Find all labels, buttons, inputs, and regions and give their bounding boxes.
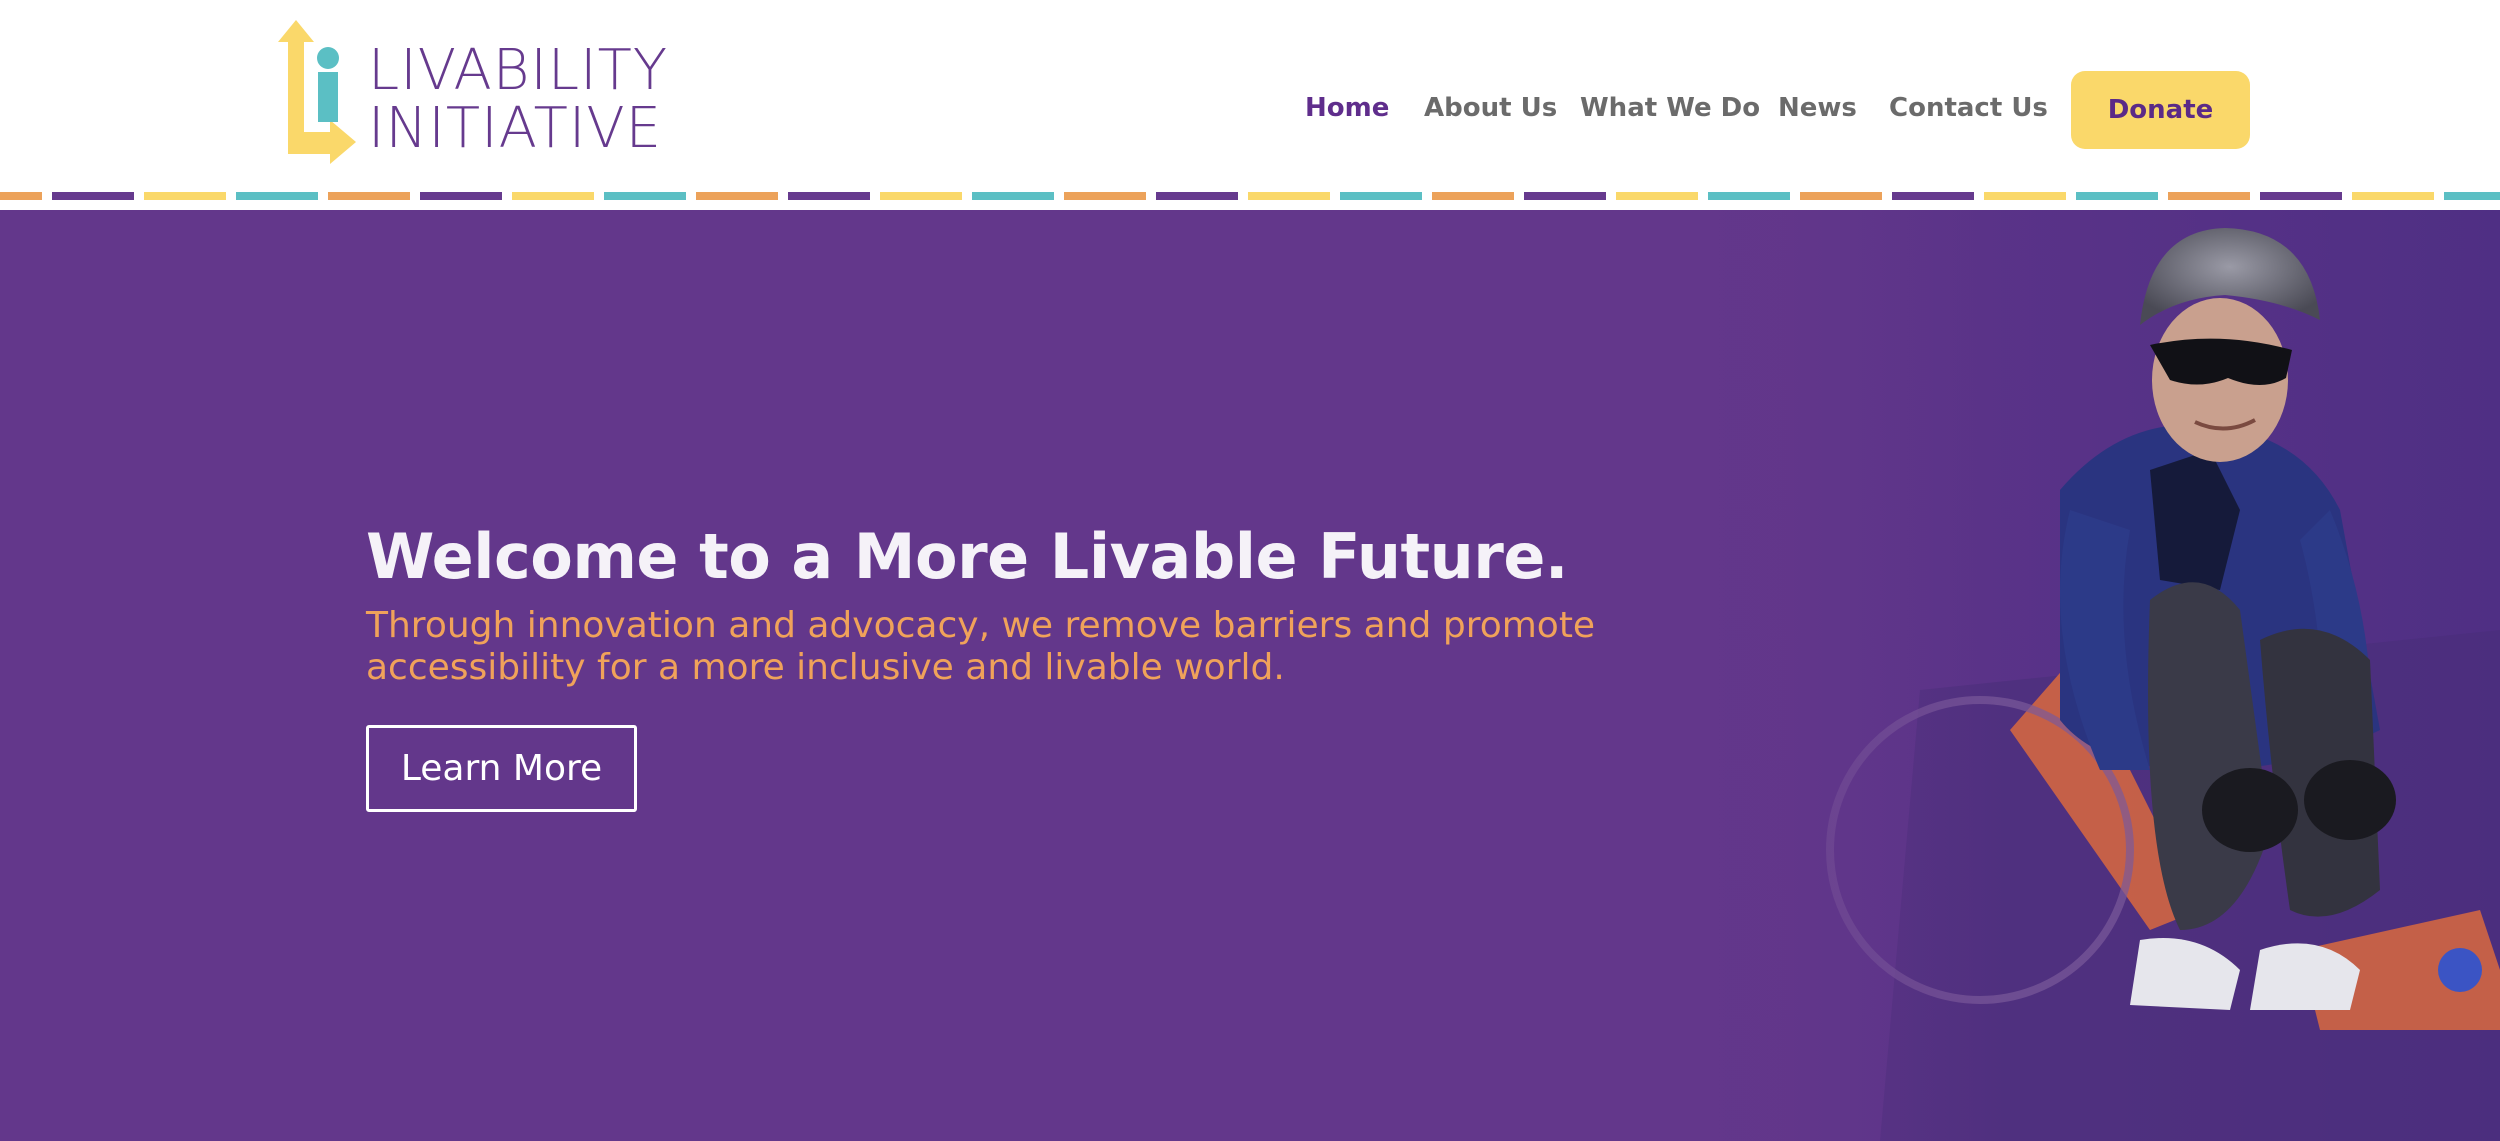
nav-contact-us[interactable]: Contact Us [1889, 93, 2048, 123]
stripe-dash [1432, 192, 1514, 200]
stripe-dash [2168, 192, 2250, 200]
stripe-dash [144, 192, 226, 200]
logo-wordmark: LIVABILITY INITIATIVE [368, 42, 668, 158]
logo-icon [278, 20, 356, 164]
stripe-dash [1340, 192, 1422, 200]
nav-news[interactable]: News [1778, 93, 1857, 123]
stripe-dash [512, 192, 594, 200]
stripe-dash [972, 192, 1054, 200]
stripe-dash [1248, 192, 1330, 200]
donate-button[interactable]: Donate [2071, 71, 2250, 149]
stripe-dash [2352, 192, 2434, 200]
nav-about-us[interactable]: About Us [1424, 93, 1557, 123]
stripe-dash [604, 192, 686, 200]
logo-line-1: LIVABILITY [368, 38, 669, 103]
learn-more-button[interactable]: Learn More [366, 725, 637, 812]
stripe-dash [1616, 192, 1698, 200]
hero-subtitle: Through innovation and advocacy, we remo… [366, 605, 1596, 688]
photo-fade-overlay [1620, 210, 2000, 1141]
stripe-dash [420, 192, 502, 200]
stripe-dash [1708, 192, 1790, 200]
stripe-dash [0, 192, 42, 200]
logo[interactable]: LIVABILITY INITIATIVE [278, 20, 667, 170]
stripe-dash [1892, 192, 1974, 200]
logo-line-2: INITIATIVE [368, 96, 663, 161]
stripe-dash [2076, 192, 2158, 200]
stripe-dash [52, 192, 134, 200]
stripe-dash [236, 192, 318, 200]
stripe-dash [696, 192, 778, 200]
decorative-dash-stripe [0, 191, 2500, 201]
stripe-dash [1524, 192, 1606, 200]
stripe-dash [880, 192, 962, 200]
stripe-dash [2444, 192, 2500, 200]
stripe-dash [1800, 192, 1882, 200]
stripe-dash [2260, 192, 2342, 200]
stripe-dash [328, 192, 410, 200]
nav-home[interactable]: Home [1305, 93, 1389, 123]
hero-section: Welcome to a More Livable Future. Throug… [0, 210, 2500, 1141]
stripe-dash [1984, 192, 2066, 200]
stripe-dash [1156, 192, 1238, 200]
site-header: LIVABILITY INITIATIVE Home About Us What… [0, 0, 2500, 190]
hero-title: Welcome to a More Livable Future. [366, 520, 1568, 593]
nav-what-we-do[interactable]: What We Do [1580, 93, 1760, 123]
stripe-dash [788, 192, 870, 200]
stripe-dash [1064, 192, 1146, 200]
